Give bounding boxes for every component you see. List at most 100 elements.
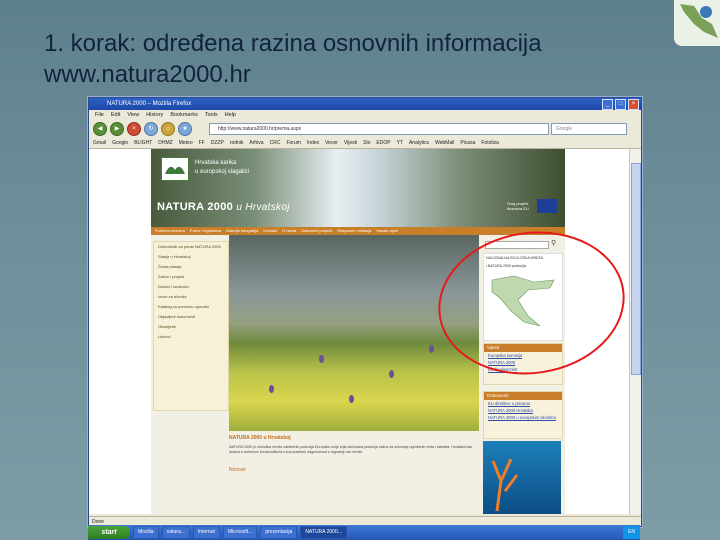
site-nav-item[interactable]: O nama bbox=[282, 227, 296, 235]
taskbar-item[interactable]: prezentacija bbox=[260, 526, 298, 539]
menu-tools[interactable]: Tools bbox=[205, 110, 218, 120]
forward-icon[interactable]: ▶ bbox=[110, 122, 124, 136]
home-icon[interactable]: ⌂ bbox=[161, 122, 175, 136]
taskbar: start Mozilla natura... Internet Microso… bbox=[88, 525, 640, 540]
left-menu-item[interactable]: Česta pitanja bbox=[154, 262, 228, 272]
article-section: NATURA 2000 u Hrvatskoj NATURA 2000 je e… bbox=[229, 435, 479, 514]
left-menu-item[interactable]: Obavijesti bbox=[154, 322, 228, 332]
site-nav-item[interactable]: Galerija fotografija bbox=[226, 227, 258, 235]
bookmark-item[interactable]: DZZP bbox=[211, 138, 224, 148]
flower-shape bbox=[349, 395, 354, 403]
brand-sub: u Hrvatskoj bbox=[236, 202, 290, 213]
documents-box: Dokumenti EU direktive o pticama NATURA … bbox=[483, 391, 563, 439]
article-title: NATURA 2000 u Hrvatskoj bbox=[229, 435, 291, 441]
bookmark-item[interactable]: Google bbox=[112, 138, 128, 148]
menu-bookmarks[interactable]: Bookmarks bbox=[170, 110, 198, 120]
document-link[interactable]: NATURA 2000 u europskim okvirima bbox=[484, 414, 562, 421]
left-menu-item[interactable]: Dobrodošli na portal NATURA 2000 bbox=[154, 242, 228, 252]
site-nav-item[interactable]: Rasprave i očitanja bbox=[337, 227, 371, 235]
site-left-menu: Dobrodošli na portal NATURA 2000 Stanje … bbox=[153, 241, 229, 411]
site-brand: NATURA 2000 u Hrvatskoj bbox=[157, 201, 290, 213]
left-menu-item[interactable]: Dionici i sudionici bbox=[154, 282, 228, 292]
menu-history[interactable]: History bbox=[146, 110, 163, 120]
bookmark-item[interactable]: WebMail bbox=[435, 138, 454, 148]
bookmark-item[interactable]: BLIGHT bbox=[134, 138, 152, 148]
reload-icon[interactable]: ↻ bbox=[144, 122, 158, 136]
document-link[interactable]: NATURA 2000 Hrvatska bbox=[484, 407, 562, 414]
left-menu-item[interactable]: Stanje u Hrvatskoj bbox=[154, 252, 228, 262]
taskbar-item[interactable]: Mozilla bbox=[133, 526, 159, 539]
site-header-banner: Hrvatska karika u europskoj slagalici NA… bbox=[151, 149, 565, 227]
start-button[interactable]: start bbox=[88, 526, 130, 539]
bookmark-item[interactable]: Meteo bbox=[179, 138, 193, 148]
bookmark-item[interactable]: Forum bbox=[286, 138, 300, 148]
site-logo[interactable] bbox=[161, 157, 189, 181]
scrollbar-thumb[interactable] bbox=[631, 163, 641, 375]
system-tray[interactable]: EN bbox=[623, 526, 640, 539]
menu-view[interactable]: View bbox=[127, 110, 139, 120]
eu-funding-text: Ovaj projekt financira EU bbox=[507, 201, 529, 211]
taskbar-item[interactable]: Microsoft... bbox=[222, 526, 258, 539]
site-nav-item[interactable]: Ostvareni projekti bbox=[301, 227, 332, 235]
left-menu-item[interactable]: Objavljeni dokumenti bbox=[154, 312, 228, 322]
left-menu-item[interactable]: Linkovi bbox=[154, 332, 228, 342]
bookmarks-toolbar: Gmail Google BLIGHT DHMZ Meteo FF DZZP r… bbox=[89, 138, 641, 149]
coral-photo bbox=[483, 441, 561, 514]
vertical-scrollbar[interactable] bbox=[629, 149, 641, 514]
bookmark-item[interactable]: Vecer bbox=[325, 138, 338, 148]
site-nav-item[interactable]: Pravo i legislativa bbox=[190, 227, 221, 235]
slide-title-line-1: 1. korak: određena razina osnovnih infor… bbox=[44, 30, 542, 57]
left-menu-item[interactable]: Izvori za dionike bbox=[154, 292, 228, 302]
site-navigation: Početna stranica Pravo i legislativa Gal… bbox=[151, 227, 565, 235]
corner-logo-image bbox=[674, 0, 720, 46]
stop-icon[interactable]: × bbox=[127, 122, 141, 136]
bookmark-item[interactable]: Gmail bbox=[93, 138, 106, 148]
bookmark-icon[interactable]: ★ bbox=[178, 122, 192, 136]
bookmark-item[interactable]: Analytics bbox=[409, 138, 429, 148]
left-menu-item[interactable]: Katalog za ponovnu uporabu bbox=[154, 302, 228, 312]
site-nav-item[interactable]: Početna stranica bbox=[155, 227, 185, 235]
slide-title-line-2: www.natura2000.hr bbox=[44, 61, 251, 88]
bookmark-item[interactable]: Slo bbox=[363, 138, 370, 148]
close-button[interactable]: × bbox=[628, 99, 639, 110]
flower-shape bbox=[319, 355, 324, 363]
menu-file[interactable]: File bbox=[95, 110, 104, 120]
bookmark-item[interactable]: Arhiva bbox=[249, 138, 263, 148]
site-nav-item[interactable]: Kazalo riječi bbox=[376, 227, 398, 235]
tagline-line-1: Hrvatska karika bbox=[195, 160, 237, 166]
article-text: NATURA 2000 je ekološka mreža zaštićenih… bbox=[229, 445, 473, 454]
document-link[interactable]: EU direktive o pticama bbox=[484, 400, 562, 407]
minimize-button[interactable]: _ bbox=[602, 99, 613, 110]
menu-help[interactable]: Help bbox=[225, 110, 236, 120]
meadow-photo bbox=[229, 235, 479, 431]
bookmark-item[interactable]: EDOP bbox=[376, 138, 390, 148]
documents-header: Dokumenti bbox=[484, 392, 562, 400]
bookmark-item[interactable]: DHMZ bbox=[158, 138, 172, 148]
brand-name: NATURA 2000 bbox=[157, 201, 234, 213]
flower-shape bbox=[429, 345, 434, 353]
left-menu-item[interactable]: Zakon i propisi bbox=[154, 272, 228, 282]
maximize-button[interactable]: □ bbox=[615, 99, 626, 110]
bookmark-item[interactable]: Vijesti bbox=[344, 138, 357, 148]
news-title: Novosti bbox=[229, 467, 246, 473]
bookmark-item[interactable]: rodnik bbox=[230, 138, 244, 148]
window-title: NATURA 2000 – Mozilla Firefox bbox=[107, 101, 192, 107]
back-icon[interactable]: ◀ bbox=[93, 122, 107, 136]
bookmark-item[interactable]: Picasa bbox=[460, 138, 475, 148]
flower-shape bbox=[389, 370, 394, 378]
taskbar-item[interactable]: Internet bbox=[192, 526, 220, 539]
slide-title: 1. korak: određena razina osnovnih infor… bbox=[44, 28, 644, 90]
bookmark-item[interactable]: FF bbox=[199, 138, 205, 148]
bookmark-item[interactable]: Index bbox=[307, 138, 319, 148]
url-input[interactable]: http://www.natura2000.hr/prema.aspx bbox=[209, 123, 549, 135]
taskbar-item[interactable]: natura... bbox=[161, 526, 190, 539]
bookmark-item[interactable]: CRC bbox=[270, 138, 281, 148]
menu-bar: File Edit View History Bookmarks Tools H… bbox=[89, 110, 641, 120]
site-nav-item[interactable]: Kontakt bbox=[263, 227, 277, 235]
bookmark-item[interactable]: YT bbox=[397, 138, 403, 148]
menu-edit[interactable]: Edit bbox=[111, 110, 120, 120]
search-input[interactable]: Google bbox=[551, 123, 627, 135]
taskbar-item[interactable]: NATURA 2000... bbox=[300, 526, 347, 539]
bookmark-item[interactable]: Fotoliza bbox=[481, 138, 499, 148]
browser-titlebar: NATURA 2000 – Mozilla Firefox _ □ × bbox=[89, 98, 641, 110]
